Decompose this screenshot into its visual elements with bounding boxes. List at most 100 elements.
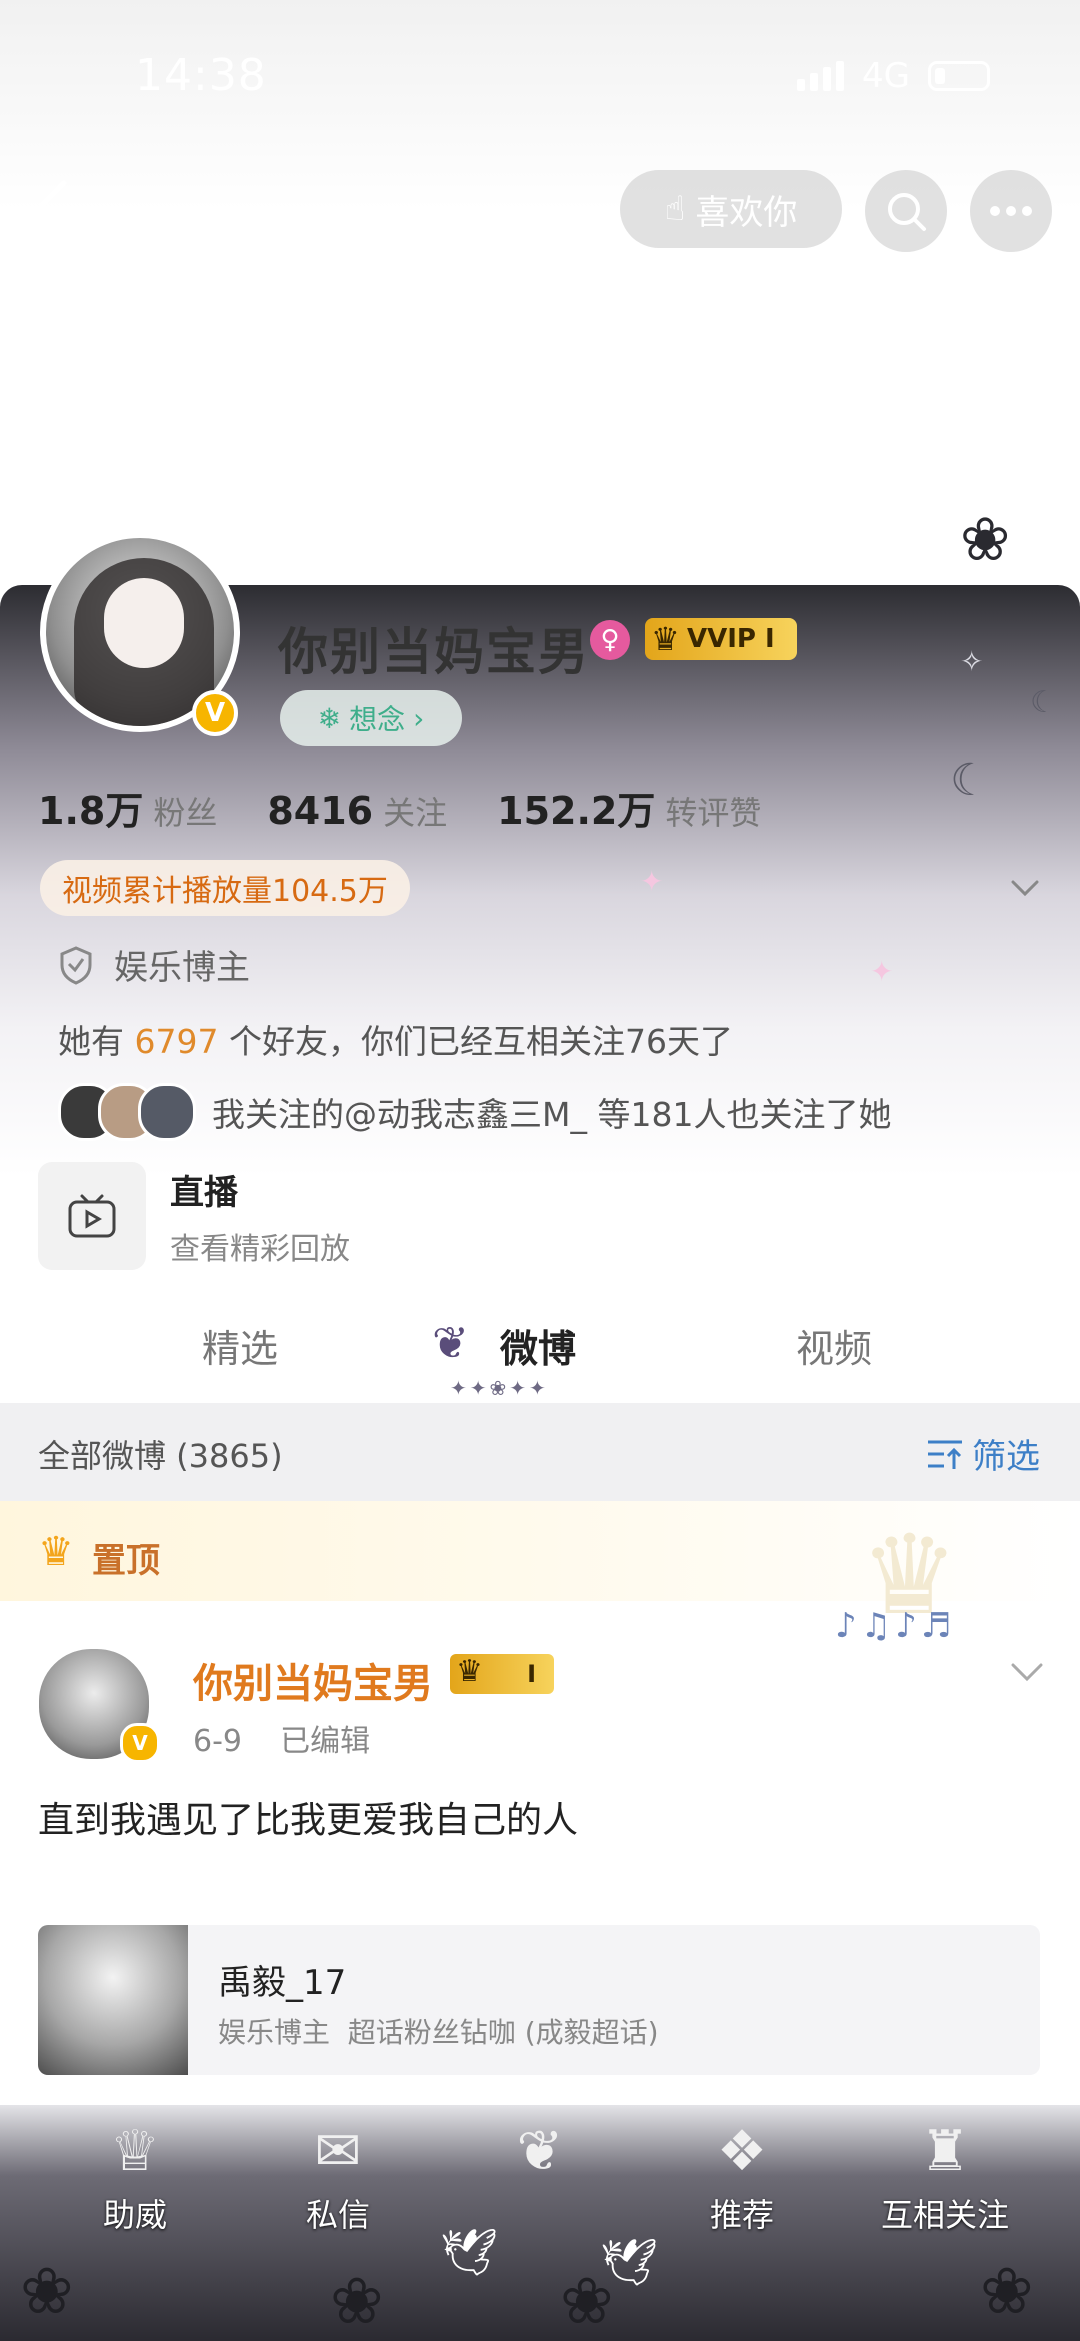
filter-label: 筛选 bbox=[972, 1437, 1040, 1477]
filter-button[interactable]: 筛选 bbox=[926, 1429, 1040, 1478]
dove-decoration: 🕊 bbox=[440, 2225, 499, 2279]
pinned-header: ♛ 置顶 ♛ bbox=[0, 1501, 1080, 1639]
shield-icon bbox=[60, 945, 92, 985]
profile-tag: 娱乐博主 bbox=[58, 940, 250, 989]
status-time: 14:38 bbox=[135, 50, 267, 101]
profile-stats: 1.8万 粉丝 8416 关注 152.2万 转评赞 bbox=[38, 780, 761, 835]
filter-bar: 全部微博 (3865) 筛选 bbox=[0, 1403, 1080, 1501]
stat-value: 8416 bbox=[267, 789, 374, 833]
rose-decoration: ❀ bbox=[20, 2255, 74, 2329]
battery-icon bbox=[928, 61, 990, 91]
stat-label: 转评赞 bbox=[665, 794, 762, 832]
stat-fans[interactable]: 1.8万 粉丝 bbox=[38, 780, 217, 835]
butterfly-icon: ❦ bbox=[432, 1318, 469, 1369]
butterfly-icon: ❦ bbox=[516, 2119, 564, 2184]
snowflake-icon: ❄ bbox=[317, 701, 342, 735]
play-count-badge: 视频累计播放量104.5万 bbox=[40, 860, 410, 916]
network-label: 4G bbox=[862, 56, 910, 96]
stat-following[interactable]: 8416 关注 bbox=[267, 788, 447, 834]
post-author-name[interactable]: 你别当妈宝男 bbox=[193, 1651, 433, 1709]
cheer-button[interactable]: ♕ 助威 bbox=[45, 2105, 225, 2236]
bottom-action-bar: ❀ ❀ ❀ ❀ 🕊 🕊 ♕ 助威 ✉ 私信 ❦ ❖ 推荐 ♜ 互相关注 bbox=[0, 2105, 1080, 2341]
live-subtitle: 查看精彩回放 bbox=[170, 1231, 350, 1267]
stat-label: 粉丝 bbox=[153, 794, 218, 832]
vvip-badge[interactable]: VVIP I bbox=[645, 618, 797, 660]
friends-count[interactable]: 6797 bbox=[135, 1022, 219, 1061]
back-button[interactable] bbox=[30, 175, 80, 235]
search-icon bbox=[888, 193, 926, 231]
mentioned-user-card[interactable]: 禹毅_17 娱乐博主 超话粉丝钻咖 (成毅超话) bbox=[38, 1925, 1040, 2075]
center-action-button[interactable]: ❦ bbox=[450, 2105, 630, 2190]
mutual-followers[interactable]: 我关注的@动我志鑫三M_ 等181人也关注了她 bbox=[58, 1083, 891, 1141]
post-text: 直到我遇见了比我更爱我自己的人 bbox=[38, 1800, 579, 1841]
filter-icon bbox=[928, 1440, 962, 1469]
profile-tabs: 精选 ❦ 微博 ✦✦❀✦✦ 视频 bbox=[0, 1298, 1080, 1403]
tab-video[interactable]: 视频 bbox=[796, 1318, 872, 1373]
gift-box-icon: ❖ bbox=[716, 2119, 768, 2184]
post-menu-chevron-down-icon[interactable] bbox=[1010, 1661, 1044, 1683]
live-entry[interactable]: 直播 查看精彩回放 bbox=[38, 1162, 350, 1270]
dove-decoration: 🕊 bbox=[600, 2235, 659, 2289]
mutual-follow-button[interactable]: ♜ 互相关注 bbox=[855, 2105, 1035, 2236]
mutual-follow-label: 互相关注 bbox=[880, 2196, 1009, 2234]
more-icon bbox=[990, 206, 1032, 216]
mutual-text: 我关注的@动我志鑫三M_ 等181人也关注了她 bbox=[212, 1095, 892, 1134]
rose-decoration: ❀ bbox=[980, 2255, 1034, 2329]
stat-interactions[interactable]: 152.2万 转评赞 bbox=[497, 780, 761, 835]
crown-icon: ♛ bbox=[38, 1529, 74, 1575]
message-button[interactable]: ✉ 私信 bbox=[248, 2105, 428, 2236]
stat-label: 关注 bbox=[383, 794, 448, 832]
user-card-name: 禹毅_17 bbox=[218, 1963, 347, 2003]
more-button[interactable] bbox=[970, 170, 1052, 252]
avatar bbox=[138, 1083, 196, 1141]
tab-weibo[interactable]: 微博 bbox=[500, 1318, 576, 1373]
profile-username: 你别当妈宝男 bbox=[278, 623, 590, 681]
friends-suffix: 个好友，你们已经互相关注76天了 bbox=[228, 1022, 733, 1061]
chevron-left-icon bbox=[39, 180, 67, 230]
post-meta: 6-9 已编辑 bbox=[193, 1724, 371, 1759]
stat-value: 152.2万 bbox=[497, 789, 656, 833]
user-card-image bbox=[38, 1925, 188, 2075]
live-title: 直播 bbox=[170, 1172, 238, 1213]
lantern-icon: ♜ bbox=[919, 2119, 971, 2184]
star-decoration: ✧ bbox=[960, 645, 984, 678]
pinned-label: 置顶 bbox=[92, 1541, 160, 1581]
tab-featured[interactable]: 精选 bbox=[202, 1318, 278, 1373]
moon-decoration: ☾ bbox=[950, 755, 990, 806]
vip-label: VVIP bbox=[687, 624, 756, 654]
like-button[interactable]: ☝ 喜欢你 bbox=[620, 170, 842, 248]
rose-decoration: ❀ bbox=[960, 505, 1011, 575]
recommend-button[interactable]: ❖ 推荐 bbox=[652, 2105, 832, 2236]
friends-info: 她有 6797 个好友，你们已经互相关注76天了 bbox=[58, 1015, 733, 1063]
vip-badge[interactable]: I bbox=[450, 1654, 554, 1694]
sparkle-decoration: ✦ bbox=[870, 955, 894, 988]
tab-indicator-decoration: ✦✦❀✦✦ bbox=[450, 1376, 549, 1400]
tag-label: 娱乐博主 bbox=[114, 948, 250, 988]
expand-chevron-down-icon[interactable] bbox=[1010, 878, 1040, 898]
moon-decoration: ☾ bbox=[1030, 685, 1057, 720]
search-button[interactable] bbox=[865, 170, 947, 252]
recommend-label: 推荐 bbox=[709, 2196, 774, 2234]
like-label: 喜欢你 bbox=[695, 192, 798, 233]
rose-decoration: ❀ bbox=[330, 2265, 384, 2339]
miss-label: 想念 bbox=[349, 703, 406, 736]
scroll-icon: ✉ bbox=[314, 2119, 362, 2184]
sparkle-decoration: ✦ bbox=[640, 865, 664, 898]
vip-level: I bbox=[765, 624, 775, 654]
verified-badge: V bbox=[120, 1723, 160, 1763]
status-icons: 4G bbox=[797, 56, 990, 96]
stat-value: 1.8万 bbox=[38, 789, 144, 833]
friends-prefix: 她有 bbox=[58, 1022, 124, 1061]
music-note-decoration: ♪♫♪♬ bbox=[835, 1606, 956, 1646]
female-icon: ♀ bbox=[590, 620, 630, 660]
signal-icon bbox=[797, 61, 845, 91]
all-posts-label[interactable]: 全部微博 (3865) bbox=[38, 1431, 283, 1477]
message-label: 私信 bbox=[305, 2196, 370, 2234]
chevron-right-icon: › bbox=[413, 701, 425, 735]
miss-chip[interactable]: ❄ 想念 › bbox=[280, 690, 462, 746]
heart-hand-icon: ☝ bbox=[664, 189, 686, 229]
cheer-label: 助威 bbox=[102, 2196, 167, 2234]
user-card-description: 娱乐博主 超话粉丝钻咖 (成毅超话) bbox=[218, 2016, 659, 2049]
pinned-post[interactable]: ♛ 置顶 ♛ V 你别当妈宝男 I 6-9 已编辑 ♪♫♪♬ 直到我遇见了比我更… bbox=[0, 1501, 1080, 2101]
vip-level: I bbox=[527, 1660, 536, 1688]
